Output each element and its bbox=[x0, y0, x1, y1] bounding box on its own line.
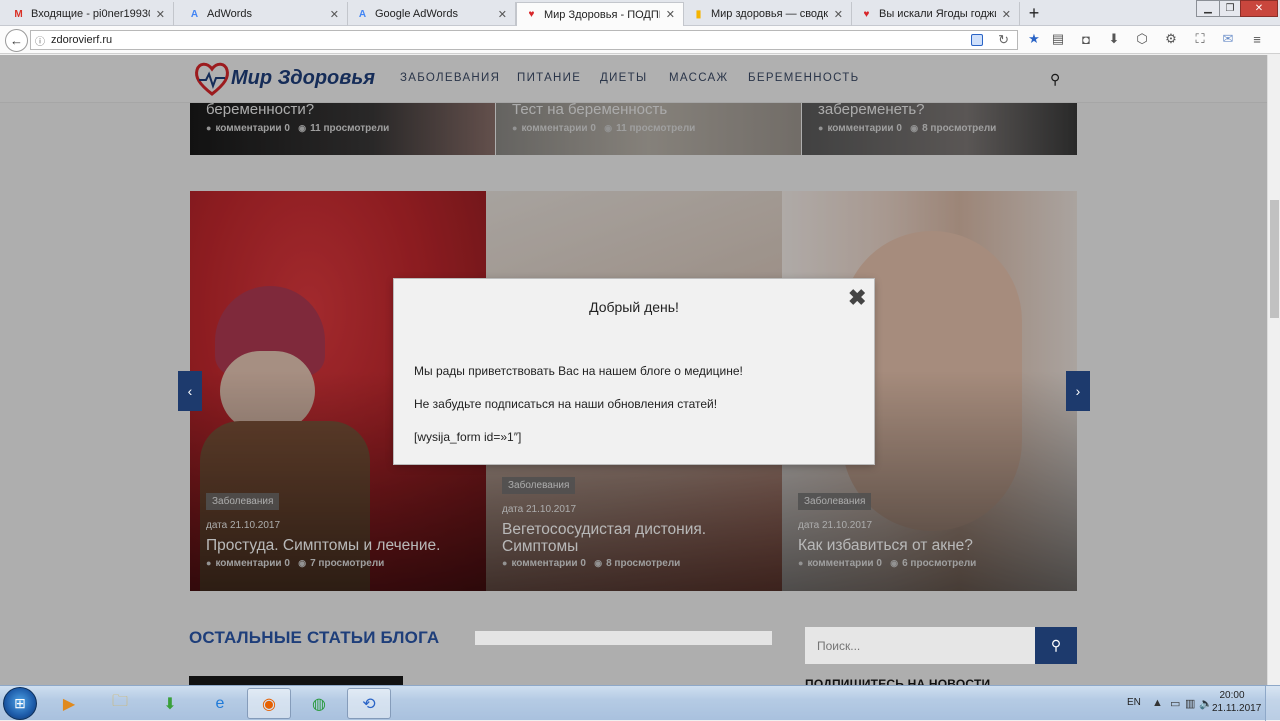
welcome-popup: Добрый день! ✖ Мы рады приветствовать Ва… bbox=[394, 279, 874, 464]
tab-close-icon[interactable]: ✕ bbox=[498, 8, 507, 21]
library-icon[interactable]: ▤ bbox=[1049, 30, 1067, 48]
explorer-folder-icon[interactable]: 🗀 bbox=[98, 688, 142, 719]
tray-device-icon[interactable]: ▭ bbox=[1170, 697, 1180, 710]
tab-close-icon[interactable]: ✕ bbox=[834, 8, 843, 21]
restore-button[interactable]: ❐ bbox=[1219, 0, 1241, 17]
tab-goji-search[interactable]: ♥ Вы искали Ягоды годжи - М ✕ bbox=[852, 2, 1020, 26]
slider-next-button[interactable]: › bbox=[1066, 371, 1090, 411]
back-button[interactable]: ← bbox=[5, 29, 28, 52]
subscribe-heading: ПОДПИШИТЕСЬ НА НОВОСТИ bbox=[805, 677, 991, 685]
back-arrow-icon: ← bbox=[10, 33, 23, 48]
chrome-icon[interactable]: ◍ bbox=[297, 688, 341, 719]
adwords-icon: A bbox=[358, 8, 367, 20]
tab-title: Google AdWords bbox=[375, 8, 458, 20]
tab-title: Входящие - pi0ner19930307@ bbox=[31, 8, 150, 20]
tab-mir-zdorovya-active[interactable]: ♥ Мир Здоровья - ПОДПИСЫ ✕ bbox=[516, 2, 684, 26]
tab-title: Мир Здоровья - ПОДПИСЫ bbox=[544, 8, 660, 21]
others-heading: ОСТАЛЬНЫЕ СТАТЬИ БЛОГА bbox=[189, 628, 440, 647]
start-button[interactable]: ⊞ bbox=[3, 687, 37, 720]
info-icon[interactable]: ⓘ bbox=[35, 33, 45, 48]
mail-icon[interactable]: ✉ bbox=[1219, 30, 1237, 48]
clock-time: 20:00 bbox=[1219, 690, 1245, 701]
page-scrollbar[interactable] bbox=[1267, 55, 1280, 685]
reload-icon[interactable]: ↻ bbox=[998, 32, 1009, 48]
tab-metrika[interactable]: ▮ Мир здоровья — сводка — Я ✕ bbox=[684, 2, 852, 26]
heading-divider bbox=[475, 631, 772, 645]
internet-explorer-icon[interactable]: e bbox=[198, 688, 242, 719]
article-thumbnail[interactable] bbox=[189, 676, 403, 685]
menu-icon[interactable]: ≡ bbox=[1248, 30, 1266, 48]
bookmark-star-icon[interactable]: ★ bbox=[1025, 30, 1043, 48]
clock-date: 21.11.2017 bbox=[1212, 703, 1262, 714]
download-icon[interactable]: ⬇ bbox=[1105, 30, 1123, 48]
screenshot-icon[interactable]: ⛶ bbox=[1191, 30, 1209, 48]
search-icon: ⚲ bbox=[1050, 637, 1062, 653]
url-bar[interactable]: ⓘ zdorovierf.ru ↻ bbox=[30, 30, 1018, 50]
tray-expand-icon[interactable]: ▲ bbox=[1152, 697, 1163, 709]
close-popup-button[interactable]: ✖ bbox=[848, 285, 866, 311]
browser-tab-bar: M Входящие - pi0ner19930307@ ✕ A AdWords… bbox=[0, 0, 1280, 26]
tab-close-icon[interactable]: ✕ bbox=[666, 8, 675, 21]
chevron-left-icon: ‹ bbox=[187, 383, 193, 399]
tab-gmail[interactable]: M Входящие - pi0ner19930307@ ✕ bbox=[4, 2, 174, 26]
popup-shortcode: [wysija_form id=»1″] bbox=[414, 430, 522, 444]
adwords-icon: A bbox=[190, 8, 199, 20]
url-text: zdorovierf.ru bbox=[51, 34, 113, 46]
popup-title: Добрый день! bbox=[589, 299, 679, 315]
firefox-icon[interactable]: ◉ bbox=[247, 688, 291, 719]
tab-close-icon[interactable]: ✕ bbox=[156, 8, 165, 21]
sync-app-icon[interactable]: ⟲ bbox=[347, 688, 391, 719]
download-manager-icon[interactable]: ⬇ bbox=[148, 688, 192, 719]
tab-close-icon[interactable]: ✕ bbox=[1002, 8, 1011, 21]
volume-icon[interactable]: 🔈 bbox=[1199, 697, 1213, 710]
extension-icon[interactable]: ⬡ bbox=[1133, 30, 1151, 48]
new-tab-button[interactable]: + bbox=[1023, 3, 1045, 24]
close-window-button[interactable]: ✕ bbox=[1240, 0, 1278, 17]
minimize-button[interactable]: ▁ bbox=[1196, 0, 1220, 17]
windows-taskbar: ⊞ ▶ 🗀 ⬇ e ◉ ◍ ⟲ EN ▲ ▭ ▥ 🔈 20:00 21.11.2… bbox=[0, 685, 1280, 721]
site-heart-icon: ♥ bbox=[863, 8, 870, 20]
site-heart-icon: ♥ bbox=[528, 9, 535, 20]
show-desktop-button[interactable] bbox=[1265, 686, 1280, 721]
sidebar-search: ⚲ bbox=[805, 627, 1077, 664]
reader-view-icon[interactable] bbox=[971, 34, 983, 46]
windows-logo-icon: ⊞ bbox=[14, 695, 26, 711]
popup-text-line: Не забудьте подписаться на наши обновлен… bbox=[414, 397, 718, 411]
tab-close-icon[interactable]: ✕ bbox=[330, 8, 339, 21]
gmail-icon: M bbox=[14, 8, 23, 20]
tab-title: Вы искали Ягоды годжи - М bbox=[879, 8, 996, 20]
slider-prev-button[interactable]: ‹ bbox=[178, 371, 202, 411]
tab-adwords[interactable]: A AdWords ✕ bbox=[180, 2, 348, 26]
network-icon[interactable]: ▥ bbox=[1185, 697, 1195, 710]
metrika-icon: ▮ bbox=[695, 8, 702, 20]
search-button[interactable]: ⚲ bbox=[1035, 627, 1077, 664]
tab-title: AdWords bbox=[207, 8, 253, 20]
tab-title: Мир здоровья — сводка — Я bbox=[711, 8, 828, 20]
clock[interactable]: 20:00 21.11.2017 bbox=[1212, 689, 1262, 715]
popup-text-line: Мы рады приветствовать Вас на нашем блог… bbox=[414, 364, 743, 378]
scrollbar-thumb[interactable] bbox=[1270, 200, 1279, 318]
media-player-icon[interactable]: ▶ bbox=[47, 688, 91, 719]
tab-google-adwords[interactable]: A Google AdWords ✕ bbox=[348, 2, 516, 26]
chevron-right-icon: › bbox=[1075, 383, 1081, 399]
search-input[interactable] bbox=[805, 627, 1035, 664]
language-indicator[interactable]: EN bbox=[1127, 697, 1141, 708]
addon-icon[interactable]: ⚙ bbox=[1162, 30, 1180, 48]
pocket-icon[interactable]: ◘ bbox=[1077, 30, 1095, 48]
